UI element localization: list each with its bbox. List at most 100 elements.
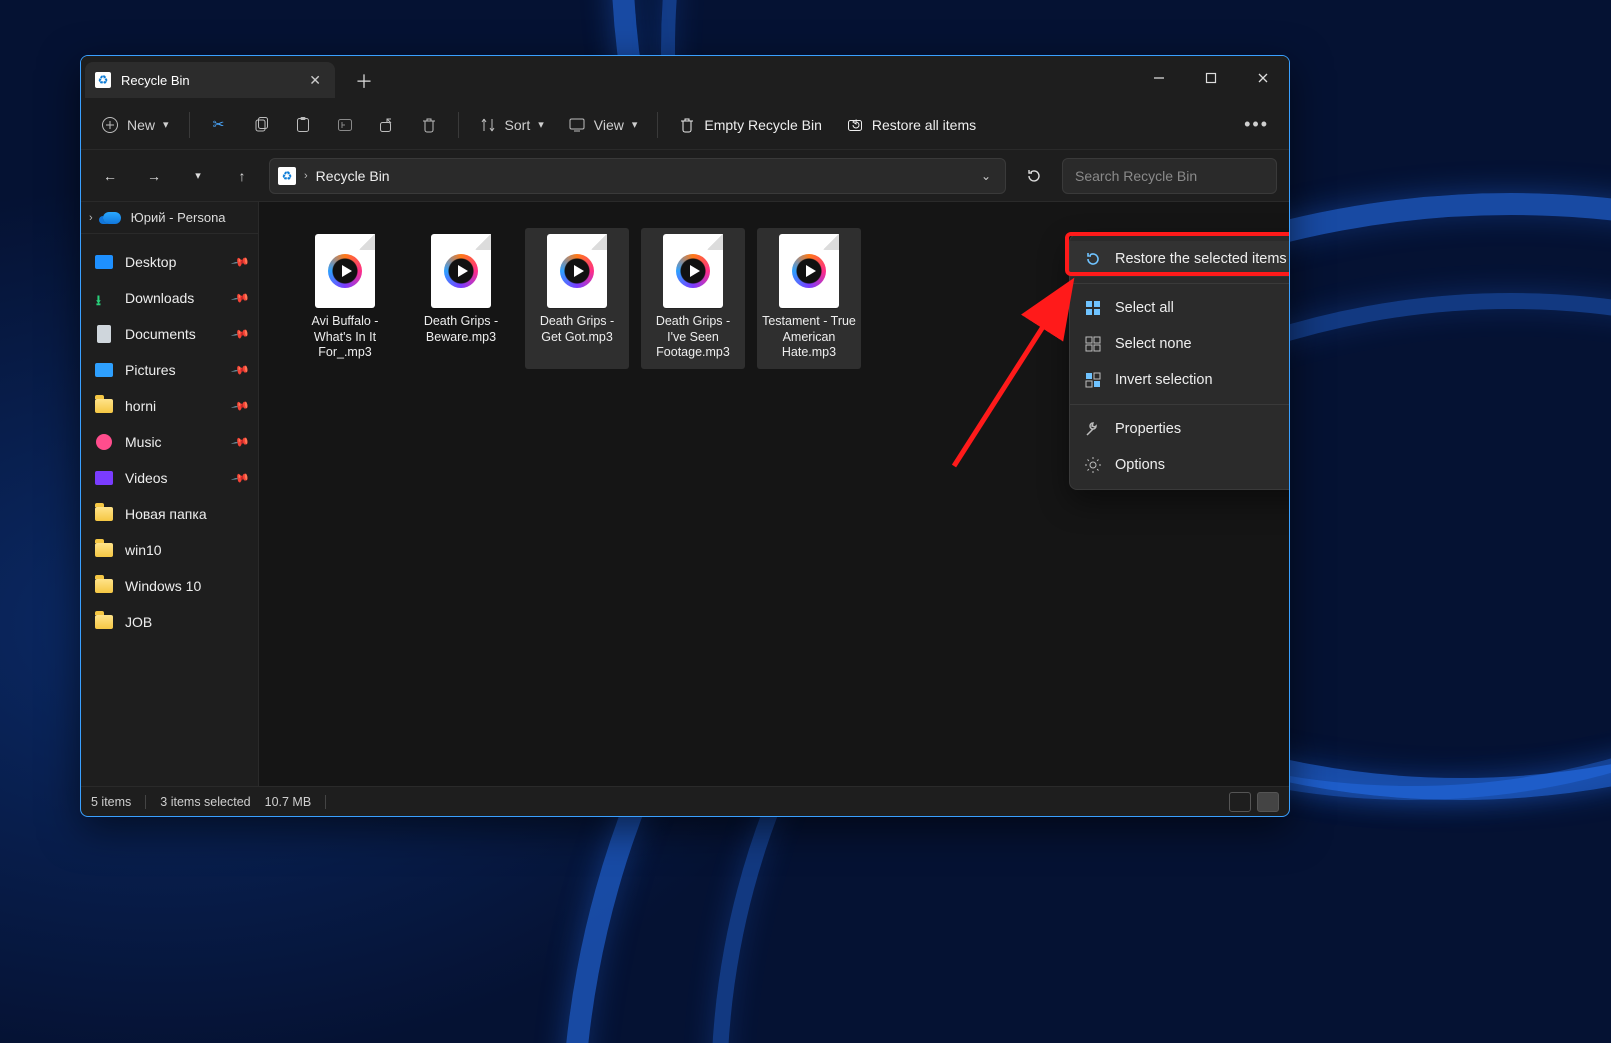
audio-file-icon — [779, 234, 839, 308]
sidebar[interactable]: Desktop📌⭳Downloads📌Documents📌Pictures📌ho… — [81, 234, 258, 786]
file-item[interactable]: Testament - True American Hate.mp3 — [757, 228, 861, 369]
explorer-window: ♻ Recycle Bin ✕ ＋ New ▾ ✂ — [80, 55, 1290, 817]
overflow-menu[interactable]: Restore the selected items Select all Se… — [1069, 234, 1290, 490]
cut-button[interactable]: ✂ — [200, 108, 238, 142]
tab-title: Recycle Bin — [121, 73, 190, 88]
delete-button[interactable] — [410, 108, 448, 142]
file-item[interactable]: Death Grips - Get Got.mp3 — [525, 228, 629, 369]
rename-button[interactable] — [326, 108, 364, 142]
tab-recycle-bin[interactable]: ♻ Recycle Bin ✕ — [85, 62, 335, 98]
restore-all-label: Restore all items — [872, 117, 976, 133]
play-icon — [792, 254, 826, 288]
address-crumb[interactable]: Recycle Bin — [316, 168, 390, 184]
address-bar[interactable]: ♻ › Recycle Bin ⌄ — [269, 158, 1006, 194]
sidebar-item[interactable]: Новая папка — [81, 496, 258, 532]
sidebar-item-label: Downloads — [125, 290, 194, 306]
invert-selection-icon — [1084, 371, 1102, 389]
sidebar-item[interactable]: horni📌 — [81, 388, 258, 424]
search-field[interactable] — [1062, 158, 1277, 194]
sidebar-item[interactable]: Pictures📌 — [81, 352, 258, 388]
sidebar-item-label: Windows 10 — [125, 578, 201, 594]
paste-button[interactable] — [284, 108, 322, 142]
maximize-button[interactable] — [1185, 56, 1237, 100]
sidebar-item[interactable]: Windows 10 — [81, 568, 258, 604]
sidebar-item[interactable]: Videos📌 — [81, 460, 258, 496]
up-button[interactable]: ↑ — [225, 159, 259, 193]
titlebar[interactable]: ♻ Recycle Bin ✕ ＋ — [81, 56, 1289, 100]
back-button[interactable]: ← — [93, 159, 127, 193]
share-button[interactable] — [368, 108, 406, 142]
separator — [325, 795, 326, 809]
chevron-down-icon: ▾ — [538, 118, 544, 131]
pin-icon: 📌 — [230, 432, 250, 452]
toolbar: New ▾ ✂ Sort ▾ View ▾ — [81, 100, 1289, 150]
sidebar-item[interactable]: Desktop 📌 — [81, 244, 258, 280]
ctx-label: Properties — [1115, 421, 1181, 437]
file-name: Death Grips - Beware.mp3 — [413, 314, 509, 345]
view-menu[interactable]: View ▾ — [558, 108, 648, 142]
empty-recycle-bin-button[interactable]: Empty Recycle Bin — [668, 108, 831, 142]
restore-all-items-button[interactable]: Restore all items — [836, 108, 986, 142]
gear-icon — [1084, 456, 1102, 474]
sidebar-item-label: Desktop — [125, 254, 176, 270]
forward-button[interactable]: → — [137, 159, 171, 193]
ctx-select-all[interactable]: Select all — [1070, 290, 1290, 326]
separator — [657, 112, 658, 138]
search-input[interactable] — [1073, 167, 1266, 185]
onedrive-node[interactable]: › Юрий - Persona — [81, 202, 258, 234]
ctx-select-none[interactable]: Select none — [1070, 326, 1290, 362]
chevron-right-icon: › — [89, 212, 93, 224]
status-size: 10.7 MB — [265, 795, 312, 809]
recycle-bin-icon: ♻ — [278, 167, 296, 185]
pin-icon: 📌 — [230, 324, 250, 344]
sidebar-item[interactable]: JOB — [81, 604, 258, 640]
audio-file-icon — [315, 234, 375, 308]
sidebar-item[interactable]: ⭳Downloads📌 — [81, 280, 258, 316]
minimize-button[interactable] — [1133, 56, 1185, 100]
pin-icon: 📌 — [230, 288, 250, 308]
copy-button[interactable] — [242, 108, 280, 142]
sidebar-item[interactable]: Music📌 — [81, 424, 258, 460]
onedrive-icon — [103, 212, 121, 224]
monitor-icon — [95, 253, 113, 271]
close-window-button[interactable] — [1237, 56, 1289, 100]
sort-menu[interactable]: Sort ▾ — [469, 108, 554, 142]
chevron-down-icon: ▾ — [163, 118, 169, 131]
ctx-options[interactable]: Options — [1070, 447, 1290, 483]
sidebar-item-label: Documents — [125, 326, 196, 342]
recycle-bin-icon: ♻ — [95, 72, 111, 88]
chevron-down-icon: ▾ — [632, 118, 638, 131]
ctx-invert-selection[interactable]: Invert selection — [1070, 362, 1290, 398]
status-bar: 5 items 3 items selected 10.7 MB — [81, 786, 1289, 816]
chevron-down-icon[interactable]: ⌄ — [975, 169, 997, 183]
pin-icon: 📌 — [230, 252, 250, 272]
file-item[interactable]: Death Grips - I've Seen Footage.mp3 — [641, 228, 745, 369]
folder-icon — [95, 397, 113, 415]
file-item[interactable]: Death Grips - Beware.mp3 — [409, 228, 513, 369]
audio-file-icon — [431, 234, 491, 308]
details-view-button[interactable] — [1229, 792, 1251, 812]
ctx-properties[interactable]: Properties — [1070, 411, 1290, 447]
file-item[interactable]: Avi Buffalo - What's In It For_.mp3 — [293, 228, 397, 369]
sidebar-item[interactable]: Documents 📌 — [81, 316, 258, 352]
new-label: New — [127, 117, 155, 133]
separator — [189, 112, 190, 138]
ctx-restore-selected[interactable]: Restore the selected items — [1070, 241, 1290, 277]
more-button[interactable]: ••• — [1234, 108, 1279, 142]
file-name: Death Grips - I've Seen Footage.mp3 — [645, 314, 741, 361]
recent-locations-button[interactable]: ▾ — [181, 159, 215, 193]
separator — [1070, 404, 1290, 405]
onedrive-label: Юрий - Persona — [131, 210, 226, 225]
icons-view-button[interactable] — [1257, 792, 1279, 812]
close-tab-button[interactable]: ✕ — [309, 72, 321, 89]
folder-icon — [95, 577, 113, 595]
restore-icon — [846, 116, 864, 134]
refresh-button[interactable] — [1016, 158, 1052, 194]
new-menu[interactable]: New ▾ — [91, 108, 179, 142]
separator — [1070, 283, 1290, 284]
sidebar-item-label: Новая папка — [125, 506, 207, 522]
new-tab-button[interactable]: ＋ — [347, 64, 381, 98]
separator — [145, 795, 146, 809]
share-icon — [378, 116, 396, 134]
sidebar-item[interactable]: win10 — [81, 532, 258, 568]
